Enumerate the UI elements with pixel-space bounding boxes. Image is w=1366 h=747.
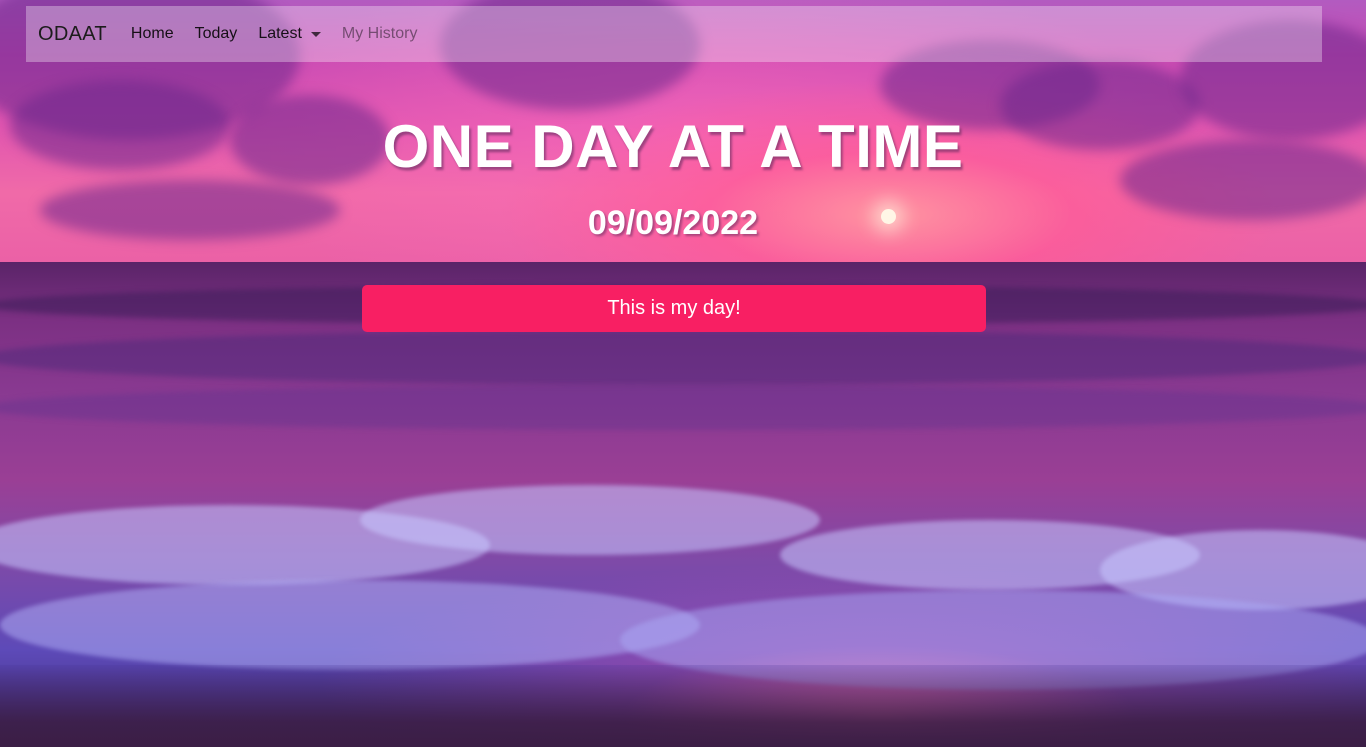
current-date: 09/09/2022 (587, 204, 759, 242)
caret-down-icon (310, 32, 321, 37)
this-is-my-day-button[interactable]: This is my day! (362, 285, 986, 332)
nav-latest-dropdown[interactable]: Latest (258, 25, 321, 43)
top-navbar: ODAAT Home Today Latest My History (26, 6, 1322, 62)
page-title: ONE DAY AT A TIME (382, 113, 964, 180)
wave (0, 385, 1366, 430)
wave (0, 330, 1366, 385)
brand-logo[interactable]: ODAAT (38, 23, 107, 46)
nav-latest-label: Latest (258, 25, 302, 42)
shore (0, 665, 1366, 747)
wave-foam (360, 485, 820, 555)
wave-foam (0, 580, 700, 670)
nav-my-history[interactable]: My History (342, 25, 418, 43)
nav-home[interactable]: Home (131, 25, 174, 43)
nav-today[interactable]: Today (195, 25, 238, 43)
